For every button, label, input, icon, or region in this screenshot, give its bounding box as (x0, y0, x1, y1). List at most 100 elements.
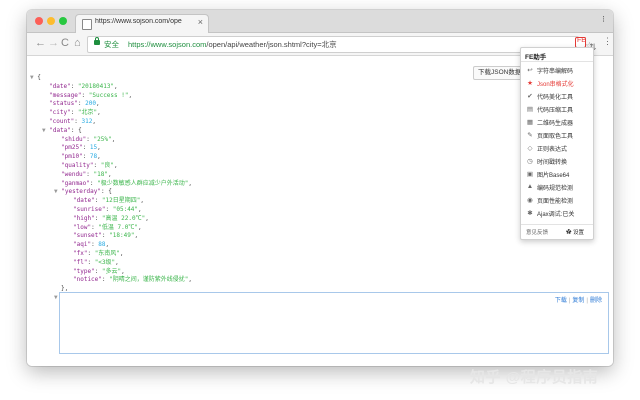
json-comma: , (97, 144, 101, 152)
url-text[interactable]: https://www.sojson.com/open/api/weather/… (128, 39, 337, 50)
json-key: "fx" (73, 250, 88, 257)
settings-link[interactable]: ✿ 设置 (566, 228, 584, 236)
json-line: "count": 312, (49, 118, 96, 127)
tab-sojson[interactable]: https://www.sojson.com/ope × (75, 14, 209, 33)
json-value: 88 (98, 241, 106, 249)
json-colon: : (94, 267, 102, 275)
back-arrow-icon[interactable]: ← (35, 37, 46, 49)
json-comma: , (115, 258, 119, 266)
node-action-1[interactable]: 复制 (572, 298, 584, 304)
json-comma: , (95, 100, 100, 108)
json-value: "12日星期四" (101, 197, 141, 205)
fe-menu-item-8[interactable]: ▣ 图片Base64 (521, 169, 593, 180)
json-key: "aqi" (73, 241, 92, 249)
json-line: "notice": "阴晴之间，谨防紫外线侵扰", (73, 276, 192, 285)
json-colon: : (74, 118, 82, 125)
fe-helper-extension-label: FE (577, 37, 586, 44)
json-comma: , (188, 179, 192, 187)
window-menu-icon[interactable]: ⁝ (602, 14, 605, 25)
json-line: ▼ { (30, 74, 41, 83)
fe-menu-item-7[interactable]: ◷ 时间戳转换 (521, 156, 593, 167)
json-colon: : (105, 206, 113, 213)
json-line: "message": "Success !", (49, 92, 132, 101)
json-line: "pm25": 15, (61, 144, 101, 153)
json-value: "东南风" (94, 250, 120, 257)
fe-menu-item-4[interactable]: ▦ 二维码生成器 (521, 117, 593, 128)
json-key: "low" (73, 223, 92, 231)
json-value: "高温 22.0℃" (101, 214, 146, 222)
fe-menu-item-9[interactable]: ▲ 编码规范检测 (521, 182, 593, 193)
fe-menu-item-0[interactable]: ↩ 字符串编解码 (521, 65, 593, 76)
node-action-0[interactable]: 下载 (555, 298, 567, 304)
fe-menu-icon: ✱ (527, 210, 533, 217)
json-key: "shidu" (61, 135, 87, 143)
minimize-window-button[interactable] (47, 17, 55, 25)
json-line: "fx": "东南风", (73, 250, 124, 259)
json-value: "18" (93, 170, 108, 178)
json-key: "sunrise" (73, 206, 106, 213)
json-comma: , (119, 250, 124, 257)
json-colon: : (94, 197, 102, 205)
close-window-button[interactable] (35, 17, 43, 25)
download-json-button[interactable]: 下载JSON数据 (473, 66, 527, 80)
fe-menu-label: Ajax调试:已关 (537, 212, 575, 218)
lock-icon (94, 37, 100, 45)
tab-close-icon[interactable]: × (198, 17, 203, 27)
node-action-2[interactable]: 删除 (590, 298, 602, 304)
feedback-link[interactable]: 意见反馈 (526, 228, 548, 236)
json-comma: , (107, 170, 112, 178)
fe-menu-label: 代码压缩工具 (537, 108, 574, 114)
json-key: "yesterday" (61, 188, 101, 196)
json-key: "pm10" (61, 153, 83, 161)
json-line: "status": 200, (49, 100, 100, 109)
json-comma: , (97, 109, 101, 117)
fe-menu-icon: ✔ (527, 93, 533, 100)
json-bracket: { (108, 188, 112, 196)
forward-arrow-icon[interactable]: → (48, 37, 59, 49)
tab-bar: https://www.sojson.com/ope × ⁝ (27, 10, 613, 33)
json-line: "quality": "良", (61, 162, 118, 171)
fe-menu-icon: ◷ (527, 158, 533, 165)
fe-menu-item-3[interactable]: ▤ 代码压缩工具 (521, 104, 593, 115)
json-colon: : (86, 135, 94, 143)
json-comma: , (140, 197, 144, 205)
json-comma: , (105, 241, 110, 249)
json-key: "date" (73, 197, 95, 205)
json-line: "fl": "<3级", (73, 259, 119, 268)
json-line: "sunrise": "05:44", (73, 206, 142, 215)
fe-menu-icon: ✎ (527, 132, 533, 139)
fe-menu-label: 图片Base64 (537, 173, 570, 179)
fe-menu-item-1[interactable]: ★ Json串格式化 (521, 78, 593, 89)
json-key: "pm25" (61, 144, 83, 152)
fe-menu-icon: ★ (527, 80, 533, 87)
json-comma: , (97, 153, 101, 161)
json-colon: : (86, 170, 94, 178)
fe-menu-item-2[interactable]: ✔ 代码美化工具 (521, 91, 593, 102)
fe-menu-item-10[interactable]: ◉ 页面性能检测 (521, 195, 593, 206)
json-value: "多云" (101, 267, 122, 275)
json-value: "北京" (77, 109, 98, 117)
json-value: "Success !" (88, 91, 129, 99)
fe-menu-item-11[interactable]: ✱ Ajax调试:已关 (521, 208, 593, 219)
json-value: "低温 7.0℃" (98, 223, 138, 231)
json-line: "ganmao": "极少数敏感人群应减少户外活动", (61, 180, 192, 189)
json-bracket: { (78, 126, 82, 134)
fe-menu-item-6[interactable]: ◇ 正则表达式 (521, 143, 593, 154)
json-colon: : (87, 250, 95, 257)
json-key: "fl" (73, 258, 88, 266)
home-icon[interactable]: ⌂ (74, 37, 81, 49)
maximize-window-button[interactable] (59, 17, 67, 25)
selected-json-node[interactable]: 下载 | 复制 | 删除 (59, 292, 609, 354)
json-colon: : (81, 91, 89, 99)
fe-helper-popup: FE助手 意见反馈 ✿ 设置 ↩ 字符串编解码 ★ Json串格式化 ✔ 代码美化工具 ▤ 代… (520, 47, 594, 240)
fe-menu-item-5[interactable]: ✎ 页面取色工具 (521, 130, 593, 141)
fe-menu-icon: ▣ (526, 171, 534, 178)
json-comma: , (138, 206, 142, 213)
json-key: "sunset" (73, 232, 102, 240)
popup-footer-divider (521, 224, 593, 225)
json-comma: , (188, 276, 192, 284)
address-bar[interactable]: 安全 https://www.sojson.com/open/api/weath… (87, 36, 594, 53)
browser-menu-icon[interactable]: ⋮ (603, 36, 612, 47)
json-value: "05:44" (112, 206, 139, 213)
reload-icon[interactable]: C (61, 37, 69, 49)
